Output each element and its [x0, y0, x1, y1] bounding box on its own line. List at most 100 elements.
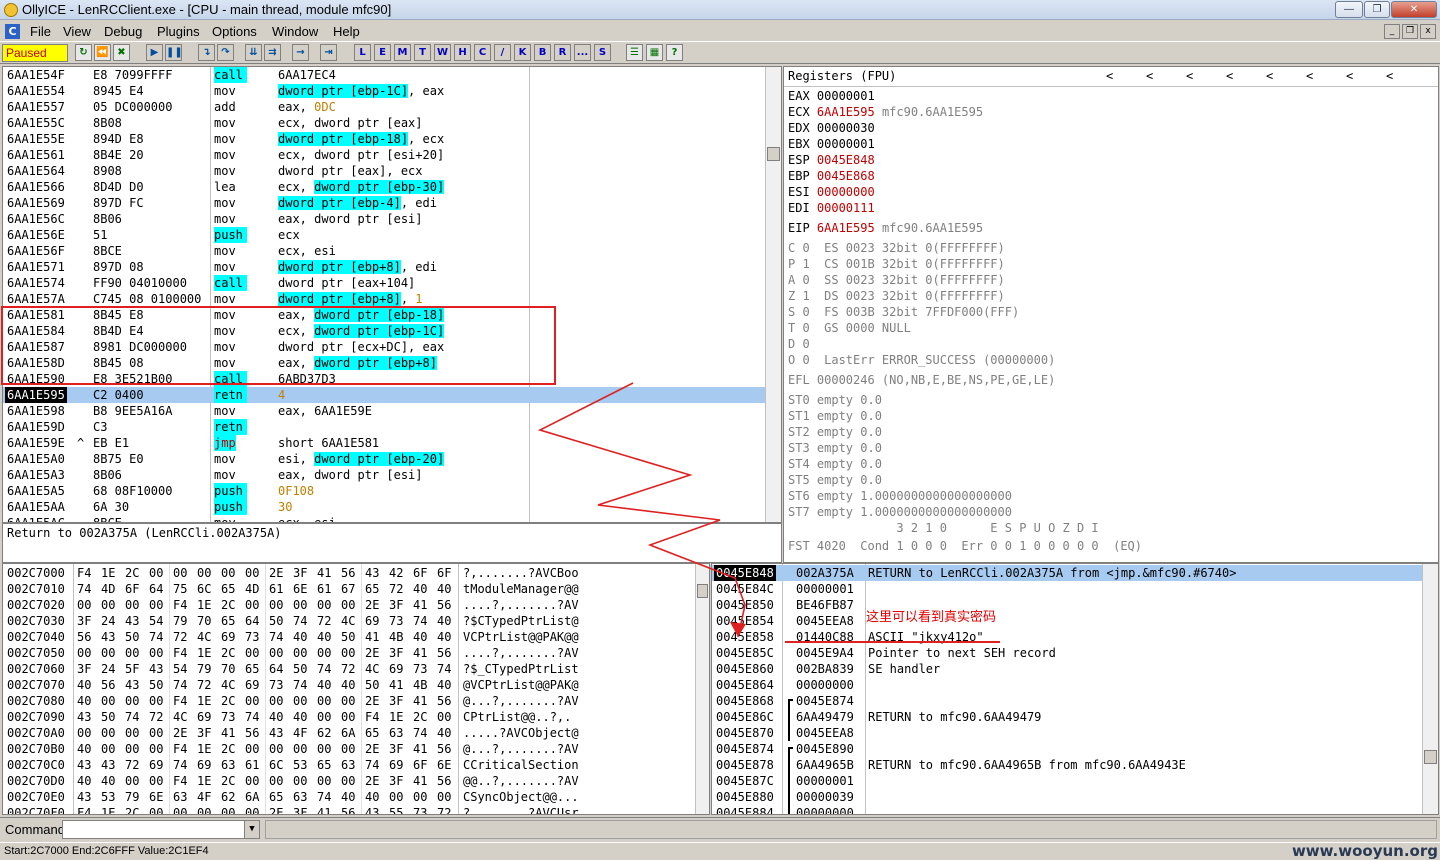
command-dropdown-icon[interactable]: ▼: [244, 821, 259, 838]
disasm-row[interactable]: 6AA1E54F E8 7099FFFF call 6AA17EC4: [3, 67, 765, 83]
mdi-minimize-button[interactable]: _: [1384, 24, 1400, 39]
disasm-row[interactable]: 6AA1E59E ^ EB E1 jmp short 6AA1E581: [3, 435, 765, 451]
dump-row[interactable]: 002C7020 00 00 00 00 F4 1E 2C 00 00 00 00 00 2E 3F 41 56…: [3, 597, 693, 613]
stack-scrollbar[interactable]: [1422, 564, 1438, 814]
flag-row[interactable]: P 1 CS 001B 32bit 0(FFFFFFFF): [788, 256, 1005, 272]
register-nav-arrow[interactable]: <: [1106, 69, 1113, 83]
dump-row[interactable]: 002C70E0 43 53 79 6E 63 4F 62 6A 65 63 74 40 40 00 00 00…: [3, 789, 693, 805]
stack-row[interactable]: 0045E87C 00000001: [712, 773, 1422, 789]
dump-row[interactable]: 002C70D0 40 40 00 00 F4 1E 2C 00 00 00 00 00 2E 3F 41 56…: [3, 773, 693, 789]
register-nav-arrow[interactable]: <: [1146, 69, 1153, 83]
stack-row[interactable]: 0045E880 00000039: [712, 789, 1422, 805]
stack-row[interactable]: 0045E870 0045EEA8: [712, 725, 1422, 741]
disassembly-scrollbar[interactable]: [765, 67, 781, 522]
toolbar-executables-button[interactable]: E: [374, 44, 391, 61]
toolbar-runtrace-button[interactable]: ...: [574, 44, 591, 61]
rewind-icon[interactable]: ⏪: [94, 44, 111, 61]
dump-row[interactable]: 002C70F0 F4 1E 2C 00 00 00 00 00 2E 3F 41 56 43 55 73 72…: [3, 805, 693, 814]
disasm-row[interactable]: 6AA1E581 8B45 E8 mov eax, dword ptr [ebp-18…: [3, 307, 765, 323]
animate-into-icon[interactable]: ⇊: [245, 44, 262, 61]
disasm-row[interactable]: 6AA1E557 05 DC000000 add eax, 0DC: [3, 99, 765, 115]
menu-plugins[interactable]: Plugins: [157, 24, 200, 39]
menu-window[interactable]: Window: [272, 24, 318, 39]
flag-row[interactable]: A 0 SS 0023 32bit 0(FFFFFFFF): [788, 272, 1005, 288]
stack-row[interactable]: 0045E85C 0045E9A4 Pointer to next SEH reco…: [712, 645, 1422, 661]
register-eax[interactable]: EAX 00000001: [788, 88, 882, 104]
dump-row[interactable]: 002C7080 40 00 00 00 F4 1E 2C 00 00 00 00 00 2E 3F 41 56…: [3, 693, 693, 709]
flag-row[interactable]: D 0: [788, 336, 810, 352]
register-ebx[interactable]: EBX 00000001: [788, 136, 882, 152]
menu-help[interactable]: Help: [333, 24, 360, 39]
register-nav-arrow[interactable]: <: [1386, 69, 1393, 83]
disasm-row[interactable]: 6AA1E5A0 8B75 E0 mov esi, dword ptr [ebp-20…: [3, 451, 765, 467]
register-nav-arrow[interactable]: <: [1346, 69, 1353, 83]
fpu-register[interactable]: ST5 empty 0.0: [788, 472, 882, 488]
dump-row[interactable]: 002C7050 00 00 00 00 F4 1E 2C 00 00 00 00 00 2E 3F 41 56…: [3, 645, 693, 661]
stack-row[interactable]: 0045E874 0045E890: [712, 741, 1422, 757]
disasm-row[interactable]: 6AA1E55C 8B08 mov ecx, dword ptr [eax]: [3, 115, 765, 131]
dump-row[interactable]: 002C70A0 00 00 00 00 2E 3F 41 56 43 4F 62 6A 65 63 74 40…: [3, 725, 693, 741]
cpu-window-icon[interactable]: C: [5, 24, 20, 39]
animate-over-icon[interactable]: ⇉: [264, 44, 281, 61]
fpu-status[interactable]: FST 4020 Cond 1 0 0 0 Err 0 0 1 0 0 0 0 …: [788, 538, 1142, 554]
disasm-row[interactable]: 6AA1E569 897D FC mov dword ptr [ebp-4], edi: [3, 195, 765, 211]
toolbar-handles-button[interactable]: H: [454, 44, 471, 61]
command-input[interactable]: ▼: [62, 820, 260, 839]
toolbar-breakpoints-button[interactable]: B: [534, 44, 551, 61]
dump-pane[interactable]: 002C7000 F4 1E 2C 00 00 00 00 00 2E 3F 41 56 43 42 6F 6F…: [2, 563, 710, 815]
disasm-row[interactable]: 6AA1E587 8981 DC000000 mov dword ptr [ecx+D…: [3, 339, 765, 355]
close-button[interactable]: ✕: [1391, 1, 1437, 18]
dump-row[interactable]: 002C70B0 40 00 00 00 F4 1E 2C 00 00 00 00 00 2E 3F 41 56…: [3, 741, 693, 757]
disasm-row[interactable]: 6AA1E5AA 6A 30 push 30: [3, 499, 765, 515]
register-ebp[interactable]: EBP 0045E868: [788, 168, 882, 184]
minimize-button[interactable]: ―: [1335, 1, 1363, 18]
disasm-row[interactable]: 6AA1E598 B8 9EE5A16A mov eax, 6AA1E59E: [3, 403, 765, 419]
list-icon[interactable]: ☰: [626, 44, 643, 61]
register-nav-arrow[interactable]: <: [1226, 69, 1233, 83]
toolbar-patches-button[interactable]: /: [494, 44, 511, 61]
stack-row[interactable]: 0045E854 0045EEA8: [712, 613, 1422, 629]
fpu-register[interactable]: ST7 empty 1.0000000000000000000: [788, 504, 1012, 520]
dump-row[interactable]: 002C7060 3F 24 5F 43 54 79 70 65 64 50 74 72 4C 69 73 74…: [3, 661, 693, 677]
fpu-register[interactable]: ST0 empty 0.0: [788, 392, 882, 408]
registers-pane[interactable]: Registers (FPU) < < < < < < < < EAX 00000001 EC…: [783, 66, 1439, 563]
disasm-row[interactable]: 6AA1E564 8908 mov dword ptr [eax], ecx: [3, 163, 765, 179]
flag-row[interactable]: T 0 GS 0000 NULL: [788, 320, 911, 336]
disasm-row[interactable]: 6AA1E584 8B4D E4 mov ecx, dword ptr [ebp-1C…: [3, 323, 765, 339]
flag-row[interactable]: Z 1 DS 0023 32bit 0(FFFFFFFF): [788, 288, 1005, 304]
fpu-register[interactable]: ST1 empty 0.0: [788, 408, 882, 424]
dump-row[interactable]: 002C70C0 43 43 72 69 74 69 63 61 6C 53 65 63 74 69 6F 6E…: [3, 757, 693, 773]
disasm-row[interactable]: 6AA1E55E 894D E8 mov dword ptr [ebp-18], ec…: [3, 131, 765, 147]
disasm-row[interactable]: 6AA1E56F 8BCE mov ecx, esi: [3, 243, 765, 259]
disasm-row[interactable]: 6AA1E595 C2 0400 retn 4: [3, 387, 765, 403]
run-icon[interactable]: ▶: [146, 44, 163, 61]
toolbar-references-button[interactable]: R: [554, 44, 571, 61]
register-efl[interactable]: EFL 00000246 (NO,NB,E,BE,NS,PE,GE,LE): [788, 372, 1055, 388]
step-into-icon[interactable]: ↴: [198, 44, 215, 61]
stack-row[interactable]: 0045E864 00000000: [712, 677, 1422, 693]
register-edx[interactable]: EDX 00000030: [788, 120, 882, 136]
stack-row[interactable]: 0045E878 6AA4965B RETURN to mfc90.6AA4965B…: [712, 757, 1422, 773]
help-icon[interactable]: ?: [666, 44, 683, 61]
disasm-row[interactable]: 6AA1E57A C745 08 0100000 mov dword ptr [ebp…: [3, 291, 765, 307]
disasm-row[interactable]: 6AA1E58D 8B45 08 mov eax, dword ptr [ebp+8]: [3, 355, 765, 371]
register-nav-arrow[interactable]: <: [1306, 69, 1313, 83]
stack-row[interactable]: 0045E848 002A375A RETURN to LenRCCli.002A3…: [712, 565, 1422, 581]
fpu-register[interactable]: ST3 empty 0.0: [788, 440, 882, 456]
register-nav-arrow[interactable]: <: [1266, 69, 1273, 83]
close-program-icon[interactable]: ✖: [113, 44, 130, 61]
menu-view[interactable]: View: [63, 24, 91, 39]
disasm-row[interactable]: 6AA1E561 8B4E 20 mov ecx, dword ptr [esi+20…: [3, 147, 765, 163]
toolbar-threads-button[interactable]: T: [414, 44, 431, 61]
stack-row[interactable]: 0045E858 01440C88 ASCII "jkxy412o": [712, 629, 1422, 645]
disasm-row[interactable]: 6AA1E59D C3 retn: [3, 419, 765, 435]
disasm-row[interactable]: 6AA1E56C 8B06 mov eax, dword ptr [esi]: [3, 211, 765, 227]
menu-file[interactable]: File: [30, 24, 51, 39]
register-esp[interactable]: ESP 0045E848: [788, 152, 882, 168]
disasm-row[interactable]: 6AA1E566 8D4D D0 lea ecx, dword ptr [ebp-30…: [3, 179, 765, 195]
toolbar-memory-button[interactable]: M: [394, 44, 411, 61]
menu-debug[interactable]: Debug: [104, 24, 142, 39]
register-nav-arrow[interactable]: <: [1186, 69, 1193, 83]
mdi-close-button[interactable]: x: [1420, 24, 1436, 39]
stack-row[interactable]: 0045E84C 00000001: [712, 581, 1422, 597]
